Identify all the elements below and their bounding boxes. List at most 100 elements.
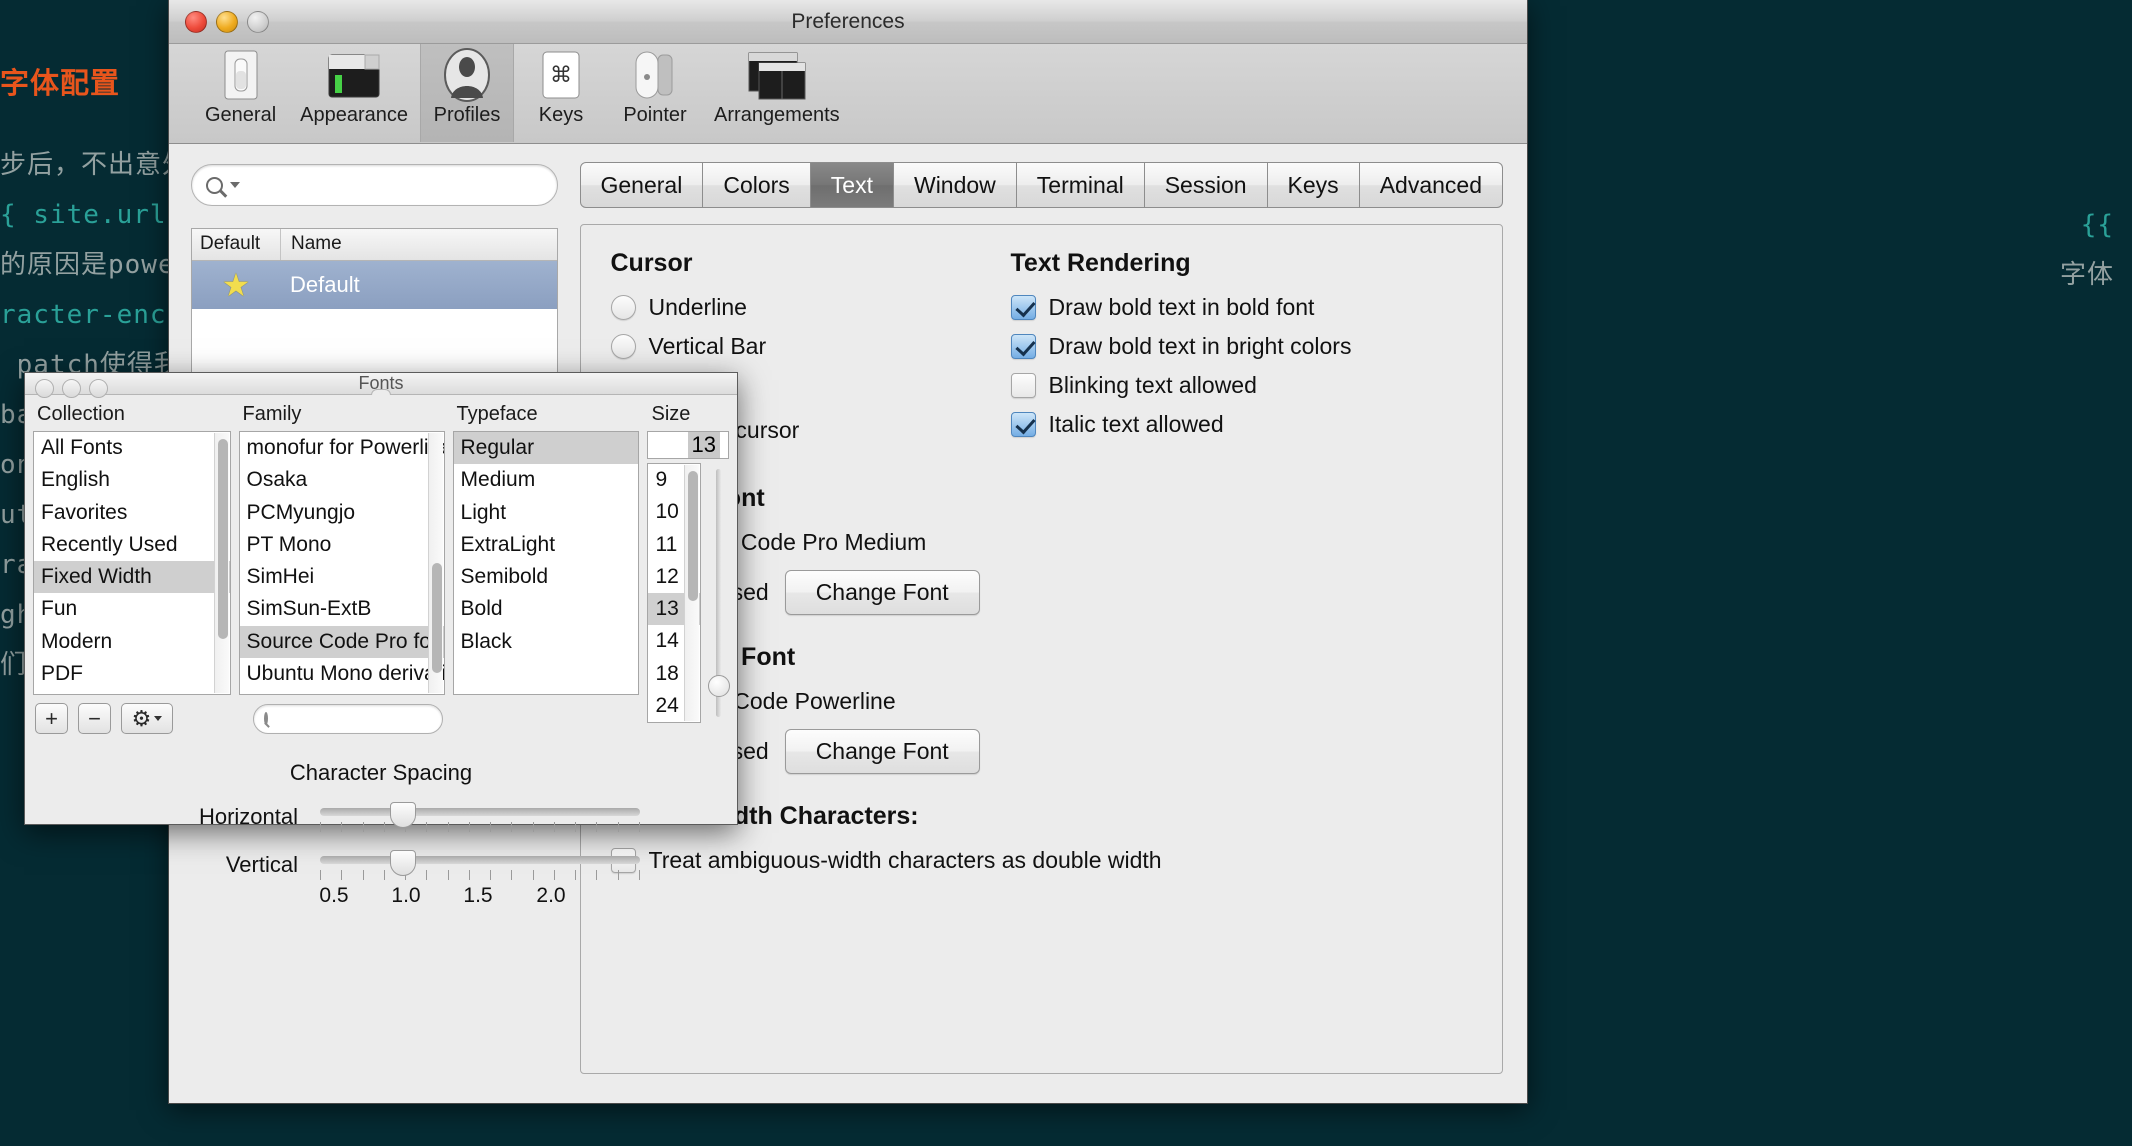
- toolbar-item-appearance[interactable]: Appearance: [288, 44, 420, 142]
- scrollbar-thumb[interactable]: [431, 563, 442, 673]
- profile-search-field[interactable]: [191, 164, 558, 206]
- slider-switch-icon: [218, 48, 264, 102]
- list-item[interactable]: Favorites: [34, 497, 230, 529]
- font-search-input[interactable]: [274, 708, 506, 729]
- checkbox-icon[interactable]: [1010, 295, 1036, 320]
- list-item[interactable]: Traditional: [34, 690, 230, 694]
- tab-general[interactable]: General: [579, 162, 704, 208]
- checkbox-icon[interactable]: [1010, 373, 1036, 398]
- list-item[interactable]: Fixed Width: [34, 561, 230, 594]
- default-star-icon[interactable]: ★: [192, 266, 280, 304]
- checkbox-icon[interactable]: [1010, 334, 1036, 359]
- settings-tabbar: General Colors Text Window Terminal Sess…: [579, 162, 1503, 208]
- slider-knob[interactable]: [707, 675, 730, 697]
- chevron-down-icon[interactable]: [230, 182, 240, 188]
- mouse-icon: [631, 48, 679, 102]
- remove-collection-button[interactable]: −: [78, 703, 111, 734]
- close-button[interactable]: [35, 379, 54, 398]
- checkbox-draw-bold-text-bright-colors[interactable]: Draw bold text in bright colors: [1010, 333, 1473, 360]
- checkbox-blinking-text-allowed[interactable]: Blinking text allowed: [1010, 372, 1473, 399]
- column-header-name[interactable]: Name: [280, 229, 557, 260]
- list-item[interactable]: PDF: [34, 658, 230, 690]
- slider-ticks: [320, 822, 640, 832]
- scrollbar-thumb[interactable]: [687, 471, 698, 601]
- minimize-button[interactable]: [216, 11, 238, 33]
- cursor-option-underline[interactable]: Underline: [610, 294, 1011, 321]
- list-item[interactable]: Bold: [454, 593, 639, 625]
- list-item[interactable]: English: [34, 464, 230, 496]
- tab-advanced[interactable]: Advanced: [1359, 162, 1503, 208]
- search-input[interactable]: [246, 173, 543, 197]
- text-rendering-heading: Text Rendering: [1010, 249, 1191, 277]
- fonts-window-controls: [35, 379, 108, 398]
- column-header-default[interactable]: Default: [192, 229, 280, 260]
- list-item[interactable]: PCMyungjo: [240, 497, 444, 529]
- list-item[interactable]: ExtraLight: [454, 529, 639, 561]
- change-regular-font-button[interactable]: Change Font: [784, 570, 980, 615]
- zoom-button[interactable]: [247, 11, 269, 33]
- list-item[interactable]: Regular: [453, 432, 639, 465]
- slider-knob[interactable]: [390, 802, 416, 828]
- toolbar-item-keys[interactable]: ⌘ Keys: [514, 44, 608, 142]
- double-width-heading: Double-Width Characters:: [610, 802, 919, 830]
- list-item[interactable]: All Fonts: [34, 432, 230, 464]
- zoom-button[interactable]: [89, 379, 108, 398]
- typeface-list[interactable]: Regular Medium Light ExtraLight Semibold…: [452, 431, 640, 695]
- radio-icon[interactable]: [610, 295, 636, 320]
- checkbox-italic-text-allowed[interactable]: Italic text allowed: [1010, 411, 1473, 438]
- vertical-spacing-slider[interactable]: [320, 848, 640, 882]
- tab-window[interactable]: Window: [893, 162, 1017, 208]
- list-item[interactable]: SimHei: [240, 561, 444, 593]
- fonts-columns: Collection All Fonts English Favorites R…: [25, 395, 737, 723]
- tab-colors[interactable]: Colors: [703, 162, 811, 208]
- fonts-preview-notch[interactable]: [371, 389, 391, 395]
- size-slider[interactable]: [707, 463, 730, 723]
- table-row[interactable]: ★ Default: [192, 261, 557, 309]
- checkbox-icon[interactable]: [1010, 412, 1036, 437]
- list-item[interactable]: Black: [454, 626, 639, 658]
- radio-icon[interactable]: [610, 334, 636, 359]
- fonts-toolbar: + − ⚙: [25, 695, 737, 734]
- list-item[interactable]: Semibold: [454, 561, 639, 593]
- add-collection-button[interactable]: +: [35, 703, 68, 734]
- size-list[interactable]: 9 10 11 12 13 14 18 24: [647, 463, 701, 723]
- minimize-button[interactable]: [62, 379, 81, 398]
- tab-keys[interactable]: Keys: [1267, 162, 1360, 208]
- checkbox-treat-ambiguous-width[interactable]: Treat ambiguous-width characters as doub…: [610, 847, 1473, 874]
- list-item[interactable]: Light: [454, 497, 639, 529]
- tab-text[interactable]: Text: [810, 162, 894, 208]
- list-item[interactable]: Source Code Pro for Powerline: [239, 625, 444, 658]
- cursor-option-vertical-bar[interactable]: Vertical Bar: [610, 333, 1011, 360]
- list-item[interactable]: Ubuntu Mono derivative: [240, 658, 444, 690]
- list-item[interactable]: Osaka: [240, 464, 444, 496]
- toolbar-item-arrangements[interactable]: Arrangements: [702, 44, 852, 142]
- size-input[interactable]: 13: [647, 431, 729, 459]
- family-list[interactable]: monofur for Powerline Osaka PCMyungjo PT…: [238, 431, 445, 695]
- close-button[interactable]: [185, 11, 207, 33]
- list-item[interactable]: Medium: [454, 464, 639, 496]
- command-key-icon: ⌘: [539, 48, 583, 102]
- font-search-field[interactable]: [253, 703, 506, 734]
- list-item[interactable]: SimSun-ExtB: [240, 593, 444, 625]
- list-item[interactable]: Modern: [34, 626, 230, 658]
- tab-terminal[interactable]: Terminal: [1016, 162, 1145, 208]
- gear-menu-button[interactable]: ⚙: [121, 703, 173, 734]
- horizontal-spacing-slider[interactable]: [320, 800, 640, 834]
- toolbar-item-profiles[interactable]: Profiles: [420, 44, 515, 142]
- list-item[interactable]: monofur for Powerline: [240, 432, 444, 464]
- list-item[interactable]: Apple Color Emoji: [240, 690, 444, 694]
- list-item[interactable]: Fun: [34, 593, 230, 625]
- size-scrollbar[interactable]: [683, 465, 699, 721]
- change-nonascii-font-button[interactable]: Change Font: [784, 729, 980, 774]
- collection-scrollbar[interactable]: [213, 433, 229, 693]
- checkbox-draw-bold-text-bold-font[interactable]: Draw bold text in bold font: [1010, 294, 1473, 321]
- slider-knob[interactable]: [390, 850, 416, 876]
- family-scrollbar[interactable]: [427, 433, 443, 693]
- list-item[interactable]: Recently Used: [34, 529, 230, 561]
- toolbar-item-general[interactable]: General: [193, 44, 288, 142]
- scrollbar-thumb[interactable]: [217, 439, 228, 639]
- tab-session[interactable]: Session: [1144, 162, 1268, 208]
- list-item[interactable]: PT Mono: [240, 529, 444, 561]
- toolbar-item-pointer[interactable]: Pointer: [608, 44, 702, 142]
- collection-list[interactable]: All Fonts English Favorites Recently Use…: [33, 431, 231, 695]
